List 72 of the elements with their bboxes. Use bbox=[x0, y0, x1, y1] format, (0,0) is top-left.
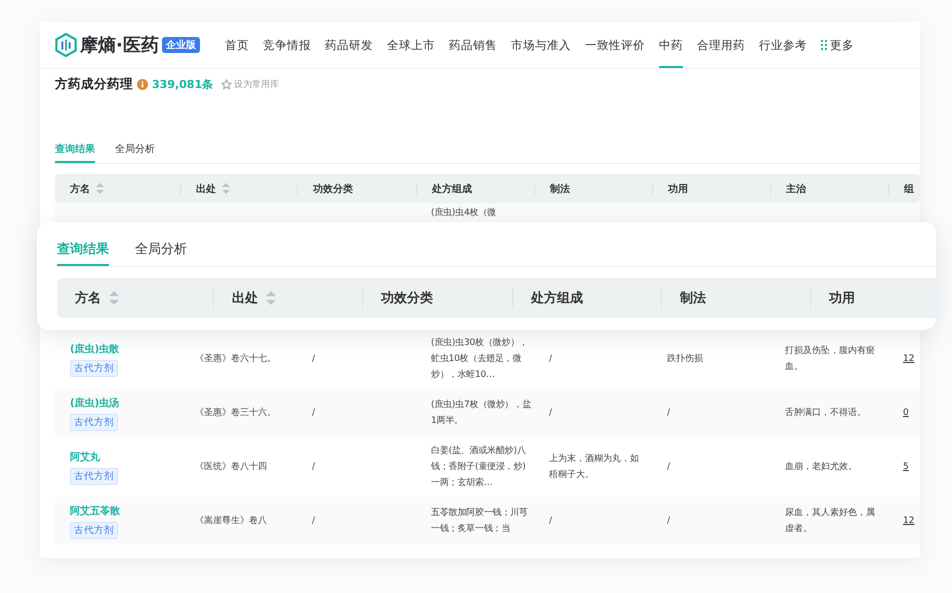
source-cell: 《圣惠》卷六十七。 bbox=[195, 354, 276, 364]
tab[interactable]: 全局分析 bbox=[115, 140, 155, 163]
category-tag: 古代方剂 bbox=[70, 360, 118, 376]
database-title: 方药成分药理 bbox=[55, 76, 133, 93]
composition-cell: 五苓散加阿胶一钱；川芎一钱；炙草一钱；当 bbox=[431, 508, 528, 534]
nav-item[interactable]: 一致性评价 bbox=[585, 22, 645, 68]
category-cell: / bbox=[312, 462, 316, 472]
record-count: 339,081条 bbox=[152, 77, 214, 92]
brand-name: 摩熵·医药 bbox=[80, 34, 159, 57]
nav-item[interactable]: 竞争情报 bbox=[263, 22, 311, 68]
nav-item[interactable]: 市场与准入 bbox=[511, 22, 571, 68]
column-header[interactable]: 主治 bbox=[786, 182, 806, 196]
source-cell: 《嵩崖尊生》卷八 bbox=[195, 516, 267, 526]
grid-icon bbox=[821, 40, 827, 50]
preparation-cell: / bbox=[549, 354, 552, 364]
nav-item[interactable]: 行业参考 bbox=[759, 22, 807, 68]
category-tag: 古代方剂 bbox=[70, 522, 118, 538]
composition-cell: (庶虫)虫30枚（微炒），虻虫10枚（去翅足，微炒），水蛭10… bbox=[431, 338, 528, 380]
indication-cell: 血崩，老妇尤效。 bbox=[785, 462, 857, 472]
function-cell: / bbox=[667, 462, 670, 472]
function-cell: 跌扑伤损 bbox=[667, 354, 703, 364]
category-tag: 古代方剂 bbox=[70, 414, 118, 430]
count-link[interactable]: 0 bbox=[903, 408, 909, 418]
more-menu[interactable]: 更多 bbox=[821, 22, 854, 68]
sort-icon[interactable] bbox=[109, 291, 119, 305]
tab[interactable]: 全局分析 bbox=[135, 236, 187, 266]
function-cell: / bbox=[667, 516, 670, 526]
count-link[interactable]: 12 bbox=[903, 354, 914, 364]
column-header[interactable]: 出处 bbox=[196, 182, 216, 196]
preparation-cell: / bbox=[549, 408, 552, 418]
column-header[interactable]: 功效分类 bbox=[381, 289, 433, 307]
column-header[interactable]: 制法 bbox=[550, 182, 570, 196]
nav-item[interactable]: 中药 bbox=[659, 22, 683, 68]
category-cell: / bbox=[312, 354, 316, 364]
indication-cell: 尿血，其人素好色，属虚者。 bbox=[785, 508, 875, 534]
column-header[interactable]: 组 bbox=[904, 182, 914, 196]
column-header[interactable]: 功效分类 bbox=[313, 182, 353, 196]
sort-icon[interactable] bbox=[266, 291, 276, 305]
column-header[interactable]: 功用 bbox=[829, 289, 855, 307]
column-header[interactable]: 方名 bbox=[75, 289, 101, 307]
column-header[interactable]: 处方组成 bbox=[432, 182, 472, 196]
category-tag: 古代方剂 bbox=[70, 468, 118, 484]
nav-item[interactable]: 合理用药 bbox=[697, 22, 745, 68]
indication-cell: 舌肿满口，不得语。 bbox=[785, 408, 866, 418]
nav-item[interactable]: 药品销售 bbox=[449, 22, 497, 68]
column-header[interactable]: 制法 bbox=[680, 289, 706, 307]
preparation-cell: 上为末，酒糊为丸，如梧桐子大。 bbox=[549, 454, 639, 480]
category-cell: / bbox=[312, 408, 316, 418]
preparation-cell: / bbox=[549, 516, 552, 526]
source-cell: 《圣惠》卷三十六。 bbox=[195, 408, 276, 418]
composition-cell: (庶虫)虫7枚（微炒），盐1两半。 bbox=[431, 400, 532, 426]
column-header[interactable]: 出处 bbox=[232, 289, 258, 307]
indication-cell: 打损及伤坠，腹内有瘀血。 bbox=[785, 346, 875, 372]
nav-item[interactable]: 全球上市 bbox=[387, 22, 435, 68]
column-header[interactable]: 功用 bbox=[668, 182, 688, 196]
composition-cell: 白姜(盐、酒或米醋炒)八钱；香附子(童便浸，炒)一两；玄胡索… bbox=[431, 446, 526, 488]
sort-icon[interactable] bbox=[222, 183, 230, 194]
count-link[interactable]: 5 bbox=[903, 462, 909, 472]
function-cell: / bbox=[667, 408, 670, 418]
count-link[interactable]: 12 bbox=[903, 516, 914, 526]
star-icon bbox=[221, 79, 232, 90]
source-cell: 《医统》卷八十四 bbox=[195, 462, 267, 472]
nav-item[interactable]: 首页 bbox=[225, 22, 249, 68]
nav-item[interactable]: 药品研发 bbox=[325, 22, 373, 68]
edition-badge: 企业版 bbox=[162, 37, 200, 53]
column-header[interactable]: 处方组成 bbox=[531, 289, 583, 307]
info-icon bbox=[137, 79, 148, 90]
composition-cell: (庶虫)虫4枚（微 bbox=[431, 208, 496, 218]
logo-icon bbox=[55, 33, 77, 57]
category-cell: / bbox=[312, 516, 316, 526]
column-header[interactable]: 方名 bbox=[70, 182, 90, 196]
sort-icon[interactable] bbox=[96, 183, 104, 194]
